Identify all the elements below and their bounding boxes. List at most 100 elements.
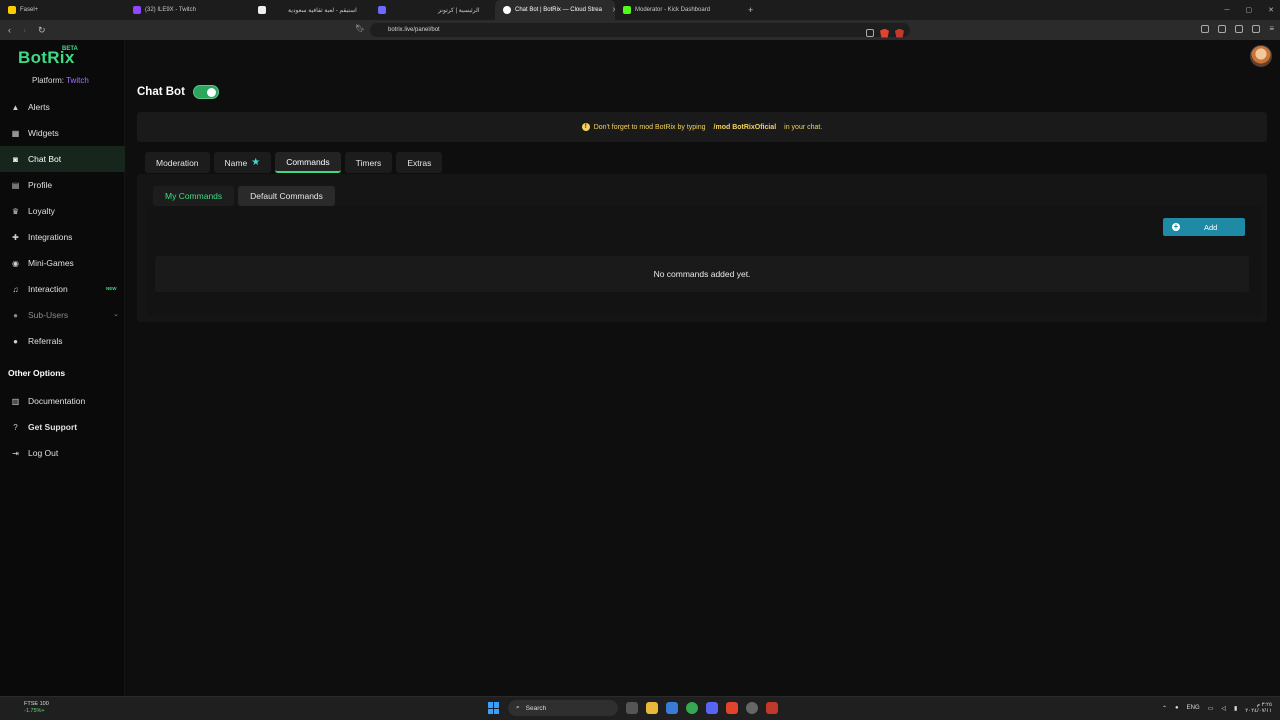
- sidebar-item-log-out[interactable]: ⇥ Log Out: [0, 440, 125, 466]
- system-tray: ⌃ ● ENG ▭ ◁ ▮ ٣:٢٥ م ٢٠٢٤/٠٧/١١: [1162, 702, 1272, 714]
- browser-tab-bar: Fasel+ (32) ILE9X - Twitch استيقم - لعبة…: [0, 0, 1280, 20]
- task-view-icon[interactable]: [626, 702, 638, 714]
- trophy-icon: ♛: [11, 206, 20, 216]
- brave-shield-icon[interactable]: [880, 28, 889, 38]
- nav-buttons: ‹ › ↻: [0, 25, 60, 36]
- store-icon[interactable]: [666, 702, 678, 714]
- chatbot-tabs: Moderation Name ★ Commands Timers Extras: [145, 152, 443, 173]
- windows-start-icon[interactable]: [488, 702, 500, 714]
- sidebar-item-loyalty[interactable]: ♛ Loyalty: [0, 198, 125, 224]
- back-icon[interactable]: ‹: [8, 25, 11, 36]
- browser-tab[interactable]: (32) ILE9X - Twitch: [125, 0, 250, 20]
- sidebar-item-get-support[interactable]: ? Get Support: [0, 414, 125, 440]
- menu-icon[interactable]: ≡: [1269, 24, 1274, 33]
- browser-toolbar-right: ≡: [1201, 24, 1274, 33]
- puzzle-icon: ✚: [12, 232, 19, 242]
- clock[interactable]: ٣:٢٥ م ٢٠٢٤/٠٧/١١: [1245, 702, 1272, 714]
- browser-tab[interactable]: الرئيسية | كرتونز: [430, 0, 495, 20]
- tab-favicon-icon: [503, 6, 511, 14]
- subtab-my-commands[interactable]: My Commands: [153, 186, 235, 206]
- sidebar-item-interaction[interactable]: ♫ Interaction NEW: [0, 276, 125, 302]
- book-icon: ▥: [11, 396, 20, 406]
- battery-icon[interactable]: ▮: [1234, 705, 1237, 712]
- sidebar-nav: ▲ Alerts ▦ Widgets ◙ Chat Bot ▤ Profile ♛ Loy…: [0, 94, 125, 466]
- forward-icon[interactable]: ›: [23, 25, 26, 36]
- sidebar-item-widgets[interactable]: ▦ Widgets: [0, 120, 125, 146]
- browser-tab[interactable]: [370, 0, 430, 20]
- sidebar-item-chat-bot[interactable]: ◙ Chat Bot: [0, 146, 125, 172]
- language-indicator[interactable]: ENG: [1187, 705, 1200, 711]
- bookmark-icon[interactable]: 🔖︎: [355, 24, 365, 33]
- music-icon: ♫: [12, 284, 19, 294]
- steam-icon[interactable]: [766, 702, 778, 714]
- network-icon[interactable]: ▭: [1208, 705, 1214, 712]
- extensions-icon[interactable]: [1218, 24, 1227, 33]
- sidebar-item-sub-users[interactable]: ● Sub-Users ⌄: [0, 302, 125, 328]
- sidebar-item-profile[interactable]: ▤ Profile: [0, 172, 125, 198]
- tab-favicon-icon: [8, 6, 16, 14]
- share-icon[interactable]: [866, 29, 874, 37]
- empty-commands-message: No commands added yet.: [155, 256, 1249, 292]
- wallet-icon[interactable]: [1235, 24, 1244, 33]
- browser-tab[interactable]: Moderator - Kick Dashboard: [615, 0, 740, 20]
- grid-icon: ▦: [11, 128, 20, 138]
- url-icons: [866, 26, 910, 40]
- browser-tab-active[interactable]: Chat Bot | BotRix — Cloud Strea ✕: [495, 0, 615, 20]
- stock-ticker-widget[interactable]: FTSE 100 -1.75%+: [24, 701, 49, 715]
- profile-icon: ▤: [11, 180, 20, 190]
- vpn-icon[interactable]: [1252, 24, 1261, 33]
- tab-name[interactable]: Name ★: [213, 152, 272, 173]
- user-avatar[interactable]: [1250, 45, 1272, 67]
- brave-icon[interactable]: [726, 702, 738, 714]
- url-field[interactable]: botrix.live/panel/bot: [370, 23, 910, 40]
- sidebar-item-integrations[interactable]: ✚ Integrations: [0, 224, 125, 250]
- tab-commands[interactable]: Commands: [275, 152, 341, 173]
- botrix-app: BotRix BETA Platform: Twitch ▲ Alerts ▦ Wi…: [0, 40, 1280, 696]
- volume-icon[interactable]: ◁: [1221, 705, 1226, 712]
- discord-icon[interactable]: [706, 702, 718, 714]
- sidebar-toggle-icon[interactable]: [1201, 24, 1210, 33]
- platform-selector[interactable]: Platform: Twitch: [32, 76, 89, 85]
- plus-icon: +: [1172, 222, 1180, 231]
- help-icon: ?: [13, 422, 18, 432]
- bell-icon: ▲: [11, 102, 20, 112]
- tab-moderation[interactable]: Moderation: [145, 152, 210, 173]
- users-icon: ●: [13, 310, 18, 320]
- add-command-button[interactable]: + Add: [1163, 218, 1245, 236]
- browser-tab[interactable]: استيقم - لعبة ثقافية سعودية: [280, 0, 370, 20]
- browser-tab[interactable]: Fasel+: [0, 0, 125, 20]
- sidebar-item-mini-games[interactable]: ◉ Mini-Games: [0, 250, 125, 276]
- chevron-down-icon: ⌄: [113, 311, 119, 318]
- window-controls: ─ ▢ ✕: [1225, 0, 1274, 20]
- bot-enabled-toggle[interactable]: [192, 85, 219, 99]
- new-tab-icon[interactable]: +: [740, 5, 761, 15]
- page-title: Chat Bot: [137, 86, 185, 98]
- sidebar-item-alerts[interactable]: ▲ Alerts: [0, 94, 125, 120]
- taskbar-apps: ⌕ Search: [488, 700, 778, 716]
- taskbar-search[interactable]: ⌕ Search: [508, 700, 618, 716]
- commands-subtabs: My Commands Default Commands: [153, 186, 335, 206]
- mic-icon[interactable]: ●: [1175, 705, 1179, 711]
- title-row: Chat Bot: [137, 85, 219, 99]
- tray-chevron-icon[interactable]: ⌃: [1162, 705, 1167, 712]
- brave-rewards-icon[interactable]: [895, 28, 904, 38]
- tab-extras[interactable]: Extras: [396, 152, 443, 173]
- file-explorer-icon[interactable]: [646, 702, 658, 714]
- chrome-icon[interactable]: [686, 702, 698, 714]
- obs-icon[interactable]: [746, 702, 758, 714]
- maximize-icon[interactable]: ▢: [1246, 6, 1253, 14]
- reload-icon[interactable]: ↻: [38, 25, 46, 36]
- warning-icon: !: [581, 123, 590, 131]
- tab-favicon-icon: [378, 6, 386, 14]
- search-icon: ⌕: [516, 704, 520, 711]
- minimize-icon[interactable]: ─: [1225, 7, 1230, 14]
- sidebar-item-referrals[interactable]: ● Referrals: [0, 328, 125, 354]
- sidebar-item-documentation[interactable]: ▥ Documentation: [0, 388, 125, 414]
- windows-taskbar: FTSE 100 -1.75%+ ⌕ Search ⌃ ● ENG ▭ ◁ ▮ ٣…: [0, 696, 1280, 720]
- close-window-icon[interactable]: ✕: [1268, 6, 1274, 14]
- robot-icon: ◙: [13, 154, 18, 164]
- gamepad-icon: ◉: [12, 258, 19, 268]
- subtab-default-commands[interactable]: Default Commands: [238, 186, 335, 206]
- tab-timers[interactable]: Timers: [344, 152, 393, 173]
- browser-tab[interactable]: [250, 0, 280, 20]
